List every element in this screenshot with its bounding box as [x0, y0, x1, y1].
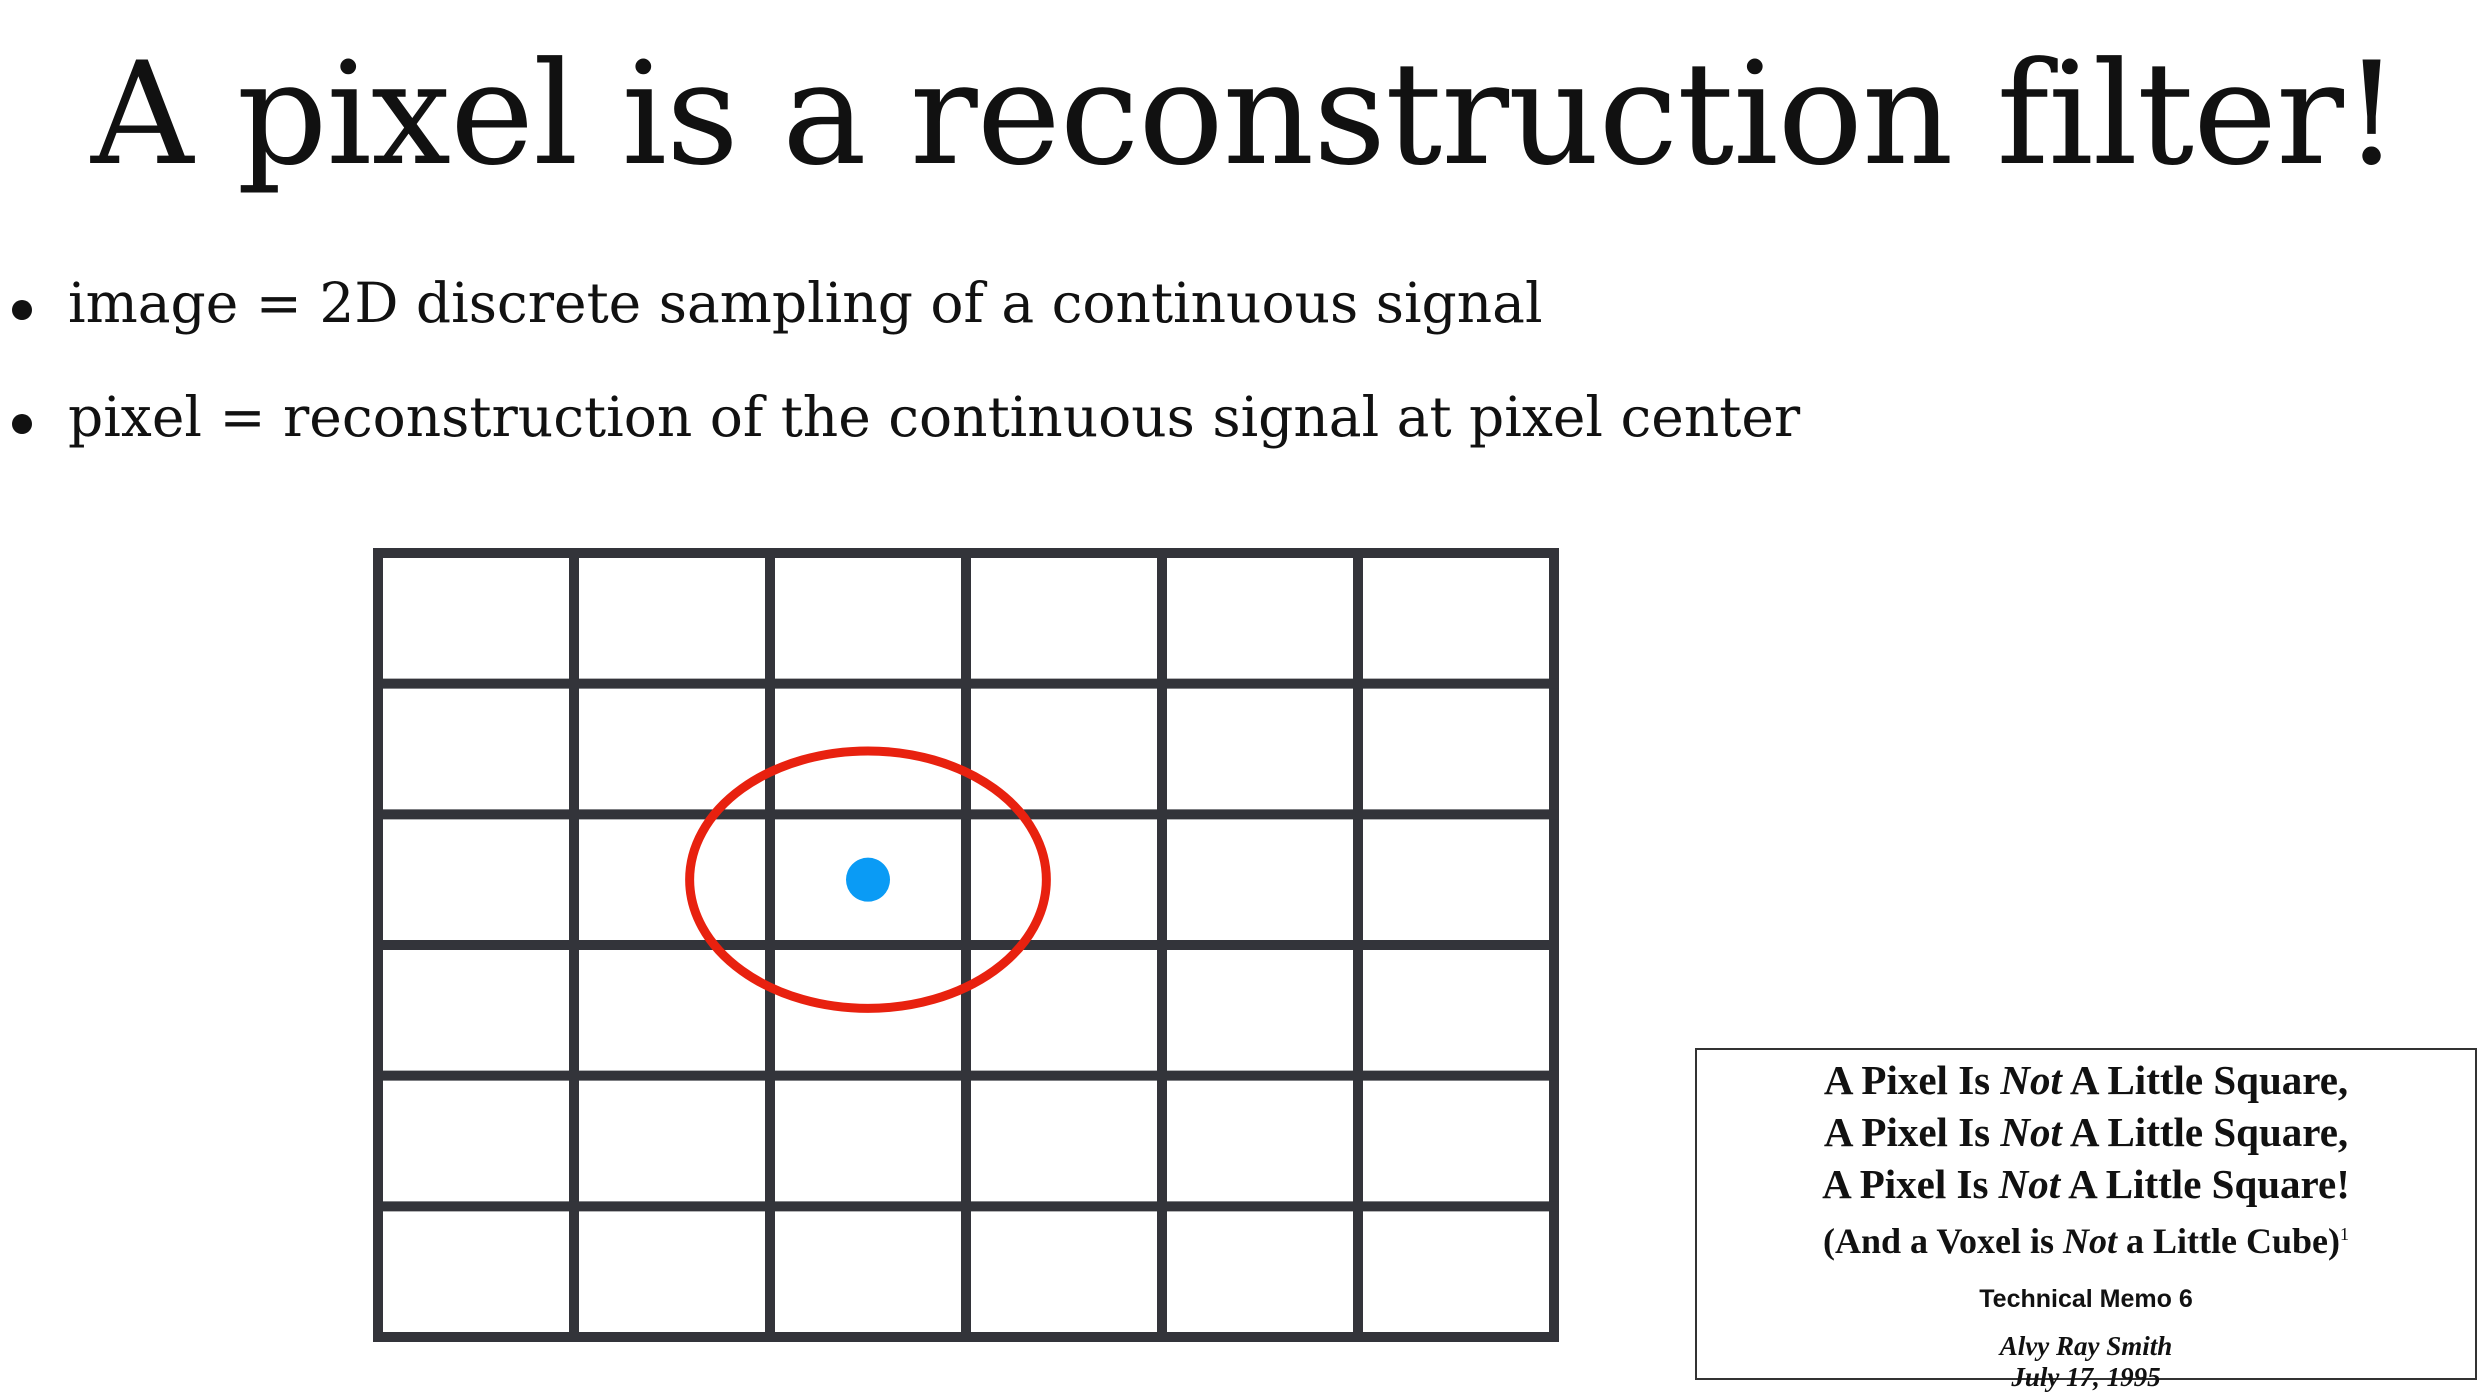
- memo-title-line-3: A Pixel Is Not A Little Square!: [1822, 1161, 2350, 1207]
- pixel-grid-figure: [370, 545, 1562, 1349]
- memo-date: July 17, 1995: [2011, 1362, 2161, 1392]
- bullet-text: image = 2D discrete sampling of a contin…: [68, 271, 1543, 335]
- bullet-icon: [12, 414, 32, 434]
- memo-title-card: A Pixel Is Not A Little Square, A Pixel …: [1695, 1048, 2477, 1392]
- memo-author: Alvy Ray Smith: [1999, 1331, 2173, 1361]
- memo-label: Technical Memo 6: [1979, 1285, 2193, 1313]
- memo-subtitle: (And a Voxel is Not a Little Cube)1: [1822, 1221, 2350, 1261]
- slide-title: A pixel is a reconstruction filter!: [90, 32, 2400, 197]
- memo-footnote-mark: 1: [2340, 1224, 2350, 1244]
- bullet-icon: [12, 300, 32, 320]
- pixel-center-sample-point: [846, 857, 890, 902]
- pixel-grid-diagram: [373, 548, 1559, 1342]
- memo-title-line-2: A Pixel Is Not A Little Square,: [1823, 1109, 2349, 1155]
- bullet-item: pixel = reconstruction of the continuous…: [0, 384, 1800, 498]
- bullet-item: image = 2D discrete sampling of a contin…: [0, 270, 1800, 384]
- memo-title-line-1: A Pixel Is Not A Little Square,: [1823, 1057, 2349, 1103]
- bullet-list: image = 2D discrete sampling of a contin…: [0, 270, 1800, 498]
- pixel-grid-lines: [373, 548, 1559, 1342]
- bullet-text: pixel = reconstruction of the continuous…: [68, 385, 1801, 449]
